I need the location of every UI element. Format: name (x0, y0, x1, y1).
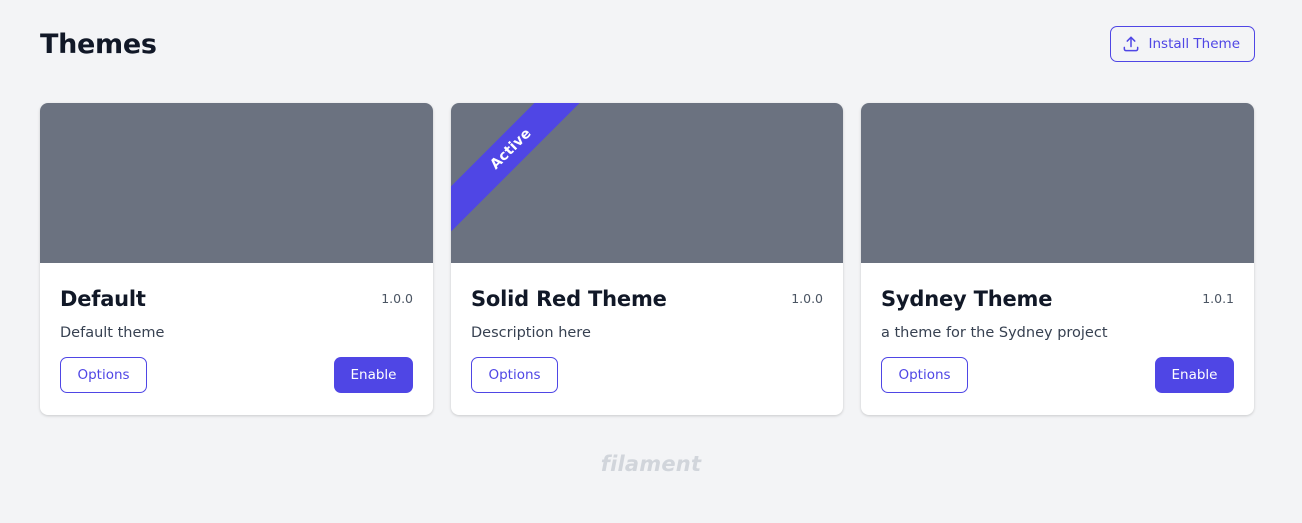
enable-button[interactable]: Enable (1155, 357, 1234, 393)
footer-brand-logo: filament (600, 452, 702, 476)
theme-title-row: Default 1.0.0 (60, 285, 413, 313)
theme-title-row: Solid Red Theme 1.0.0 (471, 285, 823, 313)
theme-card-sydney: Sydney Theme 1.0.1 a theme for the Sydne… (861, 103, 1254, 415)
theme-actions: Options (471, 357, 823, 393)
theme-title-row: Sydney Theme 1.0.1 (881, 285, 1234, 313)
page-title: Themes (40, 28, 157, 60)
theme-card-body: Default 1.0.0 Default theme Options Enab… (40, 263, 433, 415)
theme-version: 1.0.1 (1202, 291, 1234, 306)
theme-card-body: Sydney Theme 1.0.1 a theme for the Sydne… (861, 263, 1254, 415)
themes-page: Themes Install Theme Default 1.0.0 Defau… (0, 0, 1302, 523)
options-button[interactable]: Options (471, 357, 558, 393)
theme-preview (861, 103, 1254, 263)
theme-name: Solid Red Theme (471, 287, 667, 311)
options-button[interactable]: Options (881, 357, 968, 393)
upload-icon (1123, 36, 1138, 52)
theme-card-solid-red: Active Solid Red Theme 1.0.0 Description… (451, 103, 843, 415)
theme-description: Default theme (60, 325, 165, 341)
theme-preview (40, 103, 433, 263)
theme-cards: Default 1.0.0 Default theme Options Enab… (40, 103, 1254, 415)
theme-name: Sydney Theme (881, 287, 1053, 311)
theme-version: 1.0.0 (791, 291, 823, 306)
theme-version: 1.0.0 (381, 291, 413, 306)
theme-card-body: Solid Red Theme 1.0.0 Description here O… (451, 263, 843, 415)
theme-actions: Options Enable (60, 357, 413, 393)
theme-preview: Active (451, 103, 843, 263)
options-button[interactable]: Options (60, 357, 147, 393)
theme-description: Description here (471, 325, 591, 341)
enable-button[interactable]: Enable (334, 357, 413, 393)
active-ribbon: Active (451, 103, 594, 232)
install-theme-label: Install Theme (1148, 36, 1241, 52)
theme-description: a theme for the Sydney project (881, 325, 1108, 341)
theme-name: Default (60, 287, 146, 311)
install-theme-button[interactable]: Install Theme (1109, 26, 1255, 62)
page-header: Themes Install Theme (40, 26, 1255, 62)
theme-actions: Options Enable (881, 357, 1234, 393)
theme-card-default: Default 1.0.0 Default theme Options Enab… (40, 103, 433, 415)
